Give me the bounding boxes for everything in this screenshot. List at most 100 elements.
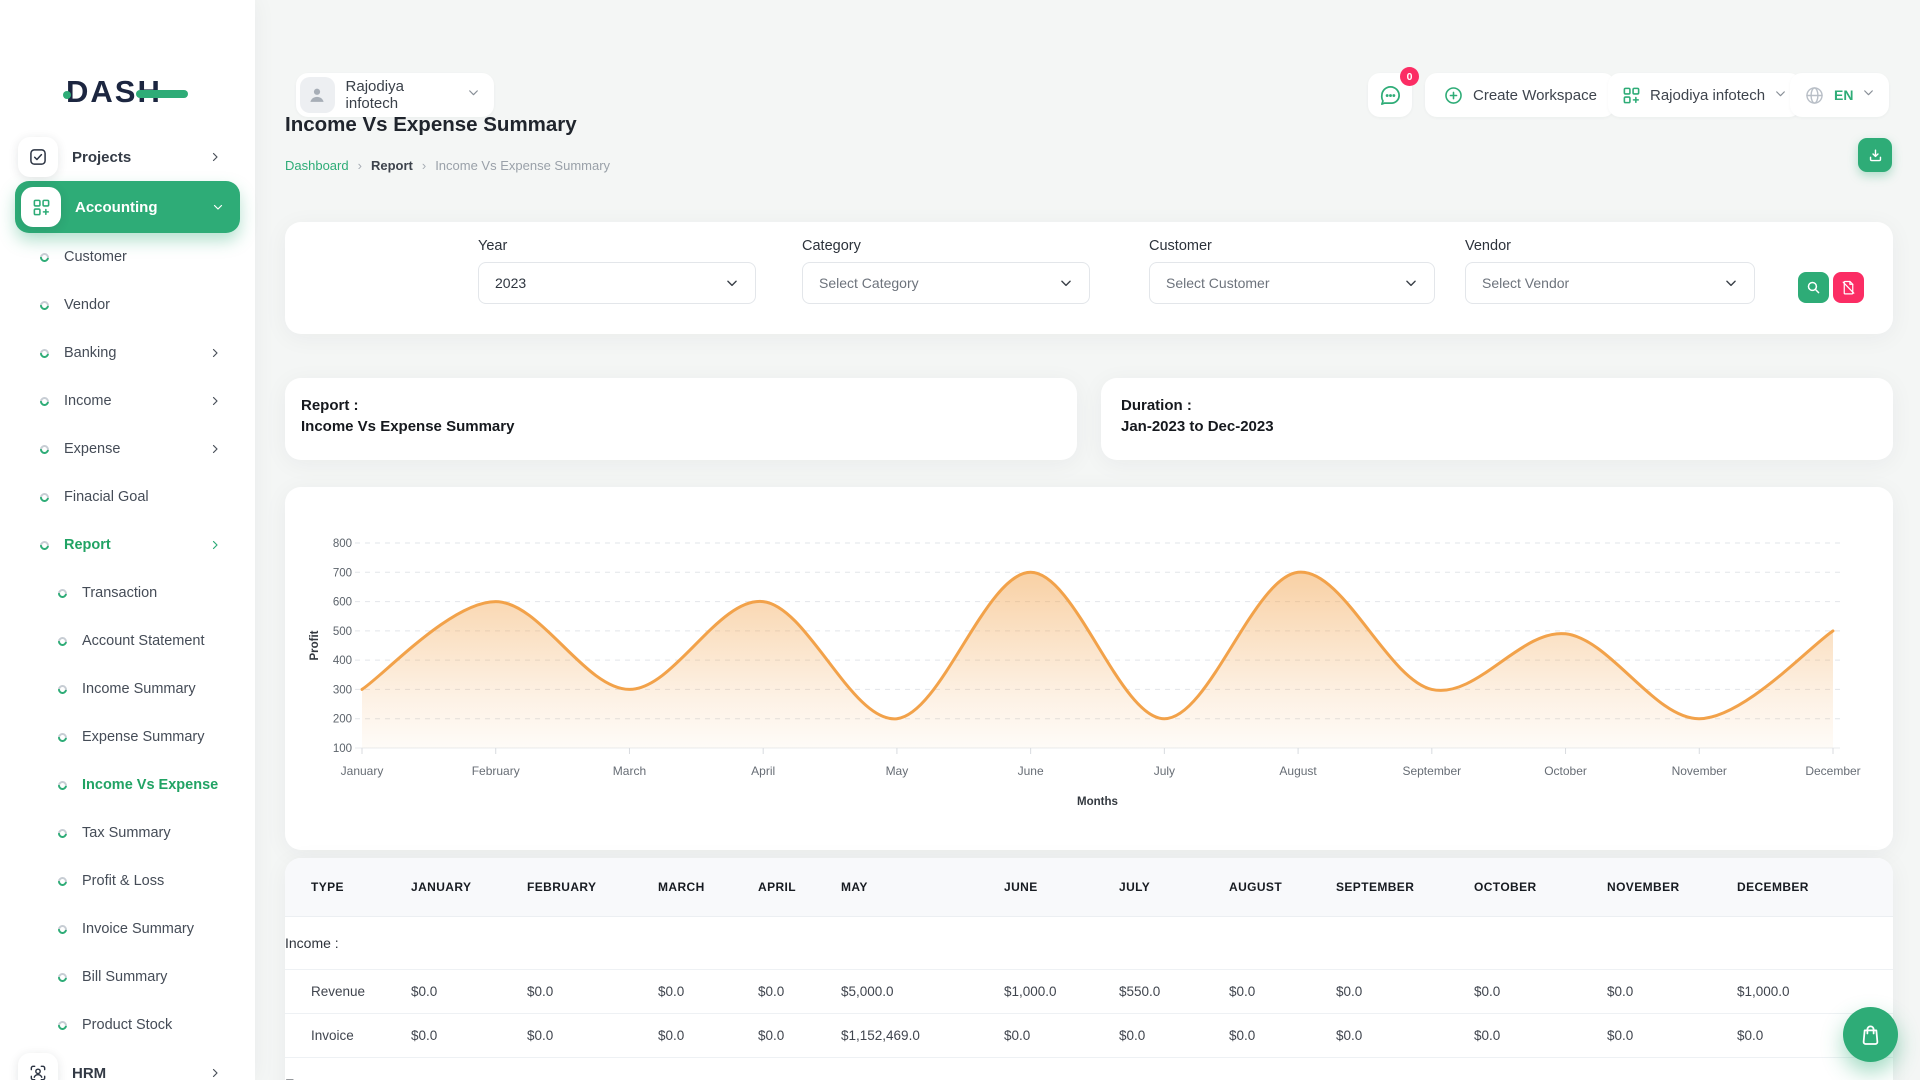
svg-text:September: September — [1402, 764, 1461, 778]
sidebar: DASH Projects AccountingCustomerVendor Ban… — [0, 0, 255, 1080]
sidebar-item-income-summary[interactable]: Income Summary — [0, 665, 255, 713]
sidebar-item-account-statement[interactable]: Account Statement — [0, 617, 255, 665]
sidebar-item-projects[interactable]: Projects — [0, 133, 255, 181]
breadcrumb-item-income-vs-expense-summary: Income Vs Expense Summary — [435, 158, 610, 173]
category-label: Category — [802, 238, 1090, 254]
duration-summary-card: Duration : Jan-2023 to Dec-2023 — [1101, 378, 1893, 460]
table-row: Invoice$0.0$0.0$0.0$0.0$1,152,469.0$0.0$… — [285, 1014, 1893, 1058]
sidebar-menu: Projects AccountingCustomerVendor Banking I… — [0, 133, 255, 1080]
svg-text:Profit: Profit — [309, 630, 321, 660]
shop-floating-button[interactable] — [1843, 1007, 1898, 1062]
create-workspace-button[interactable]: Create Workspace — [1425, 73, 1615, 117]
cell: $0.0 — [1336, 1014, 1474, 1058]
user-menu[interactable]: Rajodiya infotech — [296, 73, 494, 117]
svg-text:February: February — [472, 764, 520, 778]
breadcrumb: Dashboard›Report›Income Vs Expense Summa… — [285, 158, 610, 173]
svg-text:April: April — [751, 764, 775, 778]
sidebar-item-label: Tax Summary — [82, 825, 171, 841]
year-selected-value: 2023 — [495, 275, 526, 291]
bullet-icon — [38, 539, 51, 552]
user-scan-icon — [18, 1053, 58, 1080]
svg-text:800: 800 — [333, 538, 352, 550]
chevron-right-icon — [209, 395, 221, 407]
sidebar-item-label: Projects — [72, 149, 131, 166]
income-expense-table-card: TYPEJANUARYFEBRUARYMARCHAPRILMAYJUNEJULY… — [285, 858, 1893, 1080]
grid-plus-icon — [21, 187, 61, 227]
sidebar-item-report[interactable]: Report — [0, 521, 255, 569]
svg-text:July: July — [1154, 764, 1175, 778]
sidebar-item-vendor[interactable]: Vendor — [0, 281, 255, 329]
svg-text:700: 700 — [333, 567, 352, 579]
customer-selected-value: Select Customer — [1166, 275, 1269, 291]
sidebar-item-bill-summary[interactable]: Bill Summary — [0, 953, 255, 1001]
user-name: Rajodiya infotech — [346, 78, 456, 112]
sidebar-item-expense[interactable]: Expense — [0, 425, 255, 473]
breadcrumb-item-report[interactable]: Report — [371, 158, 413, 173]
sidebar-item-product-stock[interactable]: Product Stock — [0, 1001, 255, 1049]
vendor-select[interactable]: Select Vendor — [1465, 262, 1755, 304]
breadcrumb-item-dashboard[interactable]: Dashboard — [285, 158, 349, 173]
row-type: Revenue — [285, 970, 411, 1014]
svg-text:300: 300 — [333, 684, 352, 696]
svg-text:March: March — [613, 764, 646, 778]
year-select[interactable]: 2023 — [478, 262, 756, 304]
sidebar-item-customer[interactable]: Customer — [0, 233, 255, 281]
workspace-switcher[interactable]: Rajodiya infotech — [1608, 73, 1801, 117]
chevron-down-icon — [1774, 87, 1787, 100]
customer-select[interactable]: Select Customer — [1149, 262, 1435, 304]
apply-filter-button[interactable] — [1798, 272, 1829, 303]
bullet-icon — [38, 443, 51, 456]
sidebar-item-invoice-summary[interactable]: Invoice Summary — [0, 905, 255, 953]
globe-icon — [1804, 85, 1825, 106]
messages-count-badge: 0 — [1400, 67, 1419, 86]
sidebar-item-income[interactable]: Income — [0, 377, 255, 425]
vendor-label: Vendor — [1465, 238, 1755, 254]
sidebar-item-label: Finacial Goal — [64, 489, 149, 505]
download-button[interactable] — [1858, 138, 1892, 172]
sidebar-item-tax-summary[interactable]: Tax Summary — [0, 809, 255, 857]
svg-text:December: December — [1805, 764, 1860, 778]
messages-button[interactable]: 0 — [1368, 73, 1412, 117]
sidebar-item-transaction[interactable]: Transaction — [0, 569, 255, 617]
cell: $0.0 — [411, 1014, 527, 1058]
sidebar-item-label: Account Statement — [82, 633, 205, 649]
cell: $0.0 — [527, 970, 658, 1014]
sidebar-item-label: Expense — [64, 441, 120, 457]
search-icon — [1805, 279, 1822, 296]
app-root: DASH ProjectsAccountingCustomerVendorBan… — [0, 0, 1920, 1080]
sidebar-item-label: Report — [64, 537, 111, 553]
duration-card-value: Jan-2023 to Dec-2023 — [1121, 416, 1873, 437]
cell: $1,000.0 — [1004, 970, 1119, 1014]
sidebar-item-income-vs-expense[interactable]: Income Vs Expense — [0, 761, 255, 809]
chevron-right-icon — [209, 347, 221, 359]
sidebar-item-hrm[interactable]: HRM — [0, 1049, 255, 1080]
brand-logo[interactable]: DASH — [66, 76, 162, 107]
bullet-icon — [38, 395, 51, 408]
customer-label: Customer — [1149, 238, 1435, 254]
category-select[interactable]: Select Category — [802, 262, 1090, 304]
sidebar-item-profit-loss[interactable]: Profit & Loss — [0, 857, 255, 905]
sidebar-item-expense-summary[interactable]: Expense Summary — [0, 713, 255, 761]
sidebar-item-label: Income — [64, 393, 112, 409]
cell: $0.0 — [1607, 1014, 1737, 1058]
chat-icon — [1379, 84, 1402, 107]
sidebar-item-accounting[interactable]: Accounting — [15, 181, 240, 233]
page-title: Income Vs Expense Summary — [285, 113, 577, 137]
cell: $0.0 — [1607, 970, 1737, 1014]
bullet-icon — [38, 491, 51, 504]
column-header: SEPTEMBER — [1336, 858, 1474, 917]
language-switcher[interactable]: EN — [1790, 73, 1889, 117]
breadcrumb-separator: › — [422, 158, 426, 173]
column-header: JULY — [1119, 858, 1229, 917]
column-header: MAY — [841, 858, 1004, 917]
sidebar-item-finacial-goal[interactable]: Finacial Goal — [0, 473, 255, 521]
sidebar-item-banking[interactable]: Banking — [0, 329, 255, 377]
reset-filter-button[interactable] — [1833, 272, 1864, 303]
bullet-icon — [56, 971, 69, 984]
cell: $0.0 — [1229, 1014, 1336, 1058]
column-header: OCTOBER — [1474, 858, 1607, 917]
vendor-selected-value: Select Vendor — [1482, 275, 1569, 291]
svg-text:October: October — [1544, 764, 1587, 778]
sidebar-item-label: Banking — [64, 345, 116, 361]
table-section-row: Expense : — [285, 1058, 1893, 1080]
